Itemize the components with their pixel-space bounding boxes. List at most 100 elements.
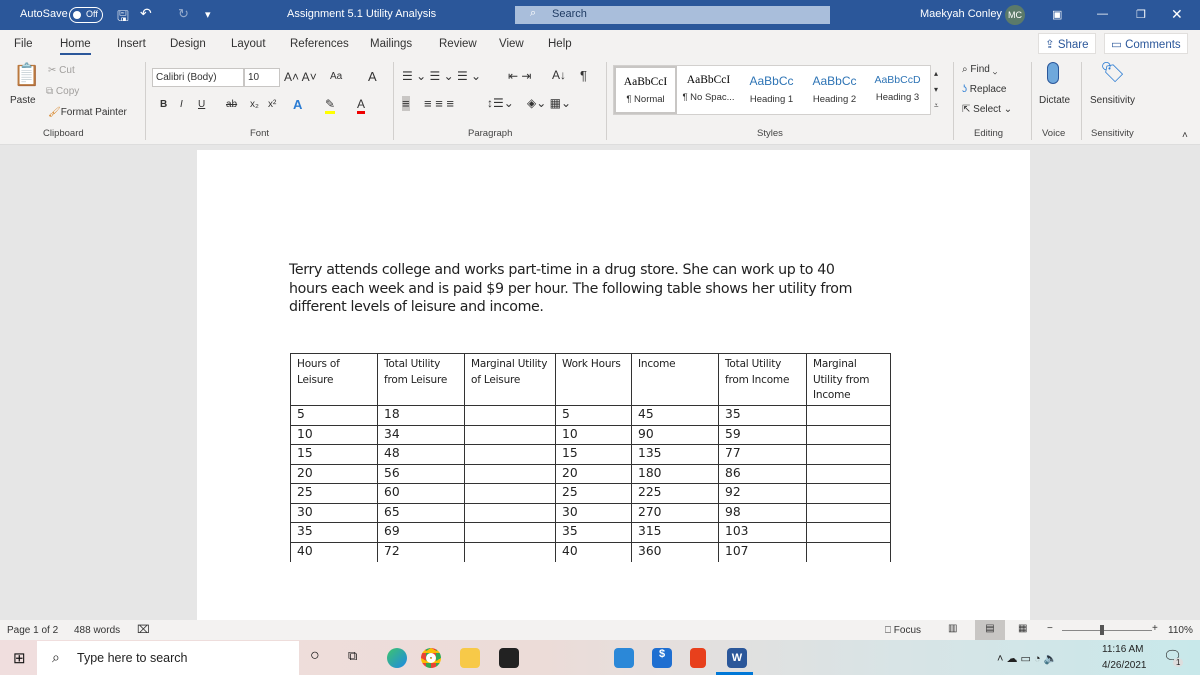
highlight-icon[interactable]: ✎	[325, 97, 336, 114]
change-case-button[interactable]: Aa	[330, 71, 342, 82]
table-cell[interactable]: 77	[718, 444, 807, 465]
underline-icon[interactable]: U	[198, 99, 205, 110]
microphone-icon[interactable]	[1047, 62, 1059, 84]
superscript-icon[interactable]: x²	[268, 99, 276, 110]
clock-date[interactable]: 4/26/2021	[1102, 660, 1147, 671]
table-cell[interactable]	[806, 444, 891, 465]
save-icon[interactable]: 🖫	[117, 6, 129, 30]
style-no-spacing[interactable]: AaBbCcI ¶ No Spac...	[677, 66, 740, 114]
zoom-in-icon[interactable]: +	[1152, 623, 1158, 634]
zoom-level[interactable]: 110%	[1168, 625, 1193, 636]
table-cell[interactable]: 48	[377, 444, 465, 465]
restore-icon[interactable]: ❐	[1136, 8, 1146, 21]
table-cell[interactable]: 10	[290, 424, 378, 445]
table-cell[interactable]: 20	[555, 463, 632, 484]
tab-review[interactable]: Review	[439, 38, 477, 50]
table-cell[interactable]	[464, 463, 556, 484]
customize-qat-icon[interactable]: ▾	[205, 8, 211, 21]
minimize-icon[interactable]: —	[1097, 8, 1108, 20]
app-icon[interactable]: $	[652, 648, 672, 668]
comments-button[interactable]: ▭ Comments	[1104, 33, 1188, 54]
table-cell[interactable]	[806, 424, 891, 445]
taskbar-search-input[interactable]: Type here to search	[37, 641, 299, 675]
avatar[interactable]: MC	[1005, 5, 1025, 25]
bold-icon[interactable]: B	[160, 99, 167, 110]
tab-mailings[interactable]: Mailings	[370, 38, 412, 50]
clear-formatting-icon[interactable]: A	[368, 69, 377, 84]
table-cell[interactable]	[806, 502, 891, 523]
search-box[interactable]: Search	[515, 6, 830, 24]
table-cell[interactable]	[464, 541, 556, 562]
copy-button[interactable]: ⧉ Copy	[46, 86, 79, 97]
web-layout-icon[interactable]: ▦	[1018, 623, 1027, 634]
dictate-button[interactable]: Dictate	[1039, 95, 1070, 106]
select-button[interactable]: ⇱ Select ⌄	[962, 104, 1012, 115]
table-cell[interactable]: 60	[377, 483, 465, 504]
style-normal[interactable]: AaBbCcI ¶ Normal	[614, 66, 677, 114]
table-cell[interactable]: 40	[555, 541, 632, 562]
table-cell[interactable]: 18	[377, 405, 465, 426]
table-cell[interactable]	[806, 483, 891, 504]
print-layout-icon[interactable]: ▤	[975, 620, 1005, 640]
tab-references[interactable]: References	[290, 38, 349, 50]
styles-scroll-icon[interactable]: ▴ ▾ ⩡	[934, 66, 939, 114]
file-explorer-icon[interactable]	[460, 648, 480, 668]
font-size-dropdown[interactable]: 10	[244, 68, 280, 87]
table-cell[interactable]: 135	[631, 444, 719, 465]
table-cell[interactable]: 270	[631, 502, 719, 523]
table-cell[interactable]: 59	[718, 424, 807, 445]
table-cell[interactable]: 98	[718, 502, 807, 523]
collapse-ribbon-icon[interactable]: ˄	[1182, 130, 1188, 141]
tray-icons[interactable]: ˄ ☁ ▭ ◔ 🔈	[997, 652, 1057, 665]
table-cell[interactable]: 225	[631, 483, 719, 504]
table-cell[interactable]: 315	[631, 522, 719, 543]
paste-button[interactable]: Paste	[10, 95, 36, 106]
table-cell[interactable]	[464, 405, 556, 426]
table-cell[interactable]: 30	[555, 502, 632, 523]
replace-button[interactable]: ʖ Replace	[962, 84, 1006, 95]
strikethrough-icon[interactable]: ab	[226, 99, 237, 110]
table-cell[interactable]: 15	[555, 444, 632, 465]
sensitivity-button[interactable]: Sensitivity	[1090, 95, 1135, 106]
italic-icon[interactable]: I	[180, 99, 183, 110]
table-cell[interactable]: 92	[718, 483, 807, 504]
read-mode-icon[interactable]: ▥	[948, 623, 957, 634]
user-name[interactable]: Maekyah Conley	[920, 8, 1002, 20]
shading-icon[interactable]: ◈⌄ ▦⌄	[527, 96, 571, 110]
ribbon-display-icon[interactable]: ▣	[1052, 8, 1062, 21]
table-cell[interactable]	[806, 541, 891, 562]
align-center-icon[interactable]: ≡ ≡ ≡	[424, 96, 454, 111]
table-cell[interactable]: 25	[290, 483, 378, 504]
edge-icon[interactable]	[387, 648, 407, 668]
show-marks-icon[interactable]: ¶	[580, 68, 587, 83]
text-effects-icon[interactable]: A	[293, 97, 302, 112]
table-cell[interactable]: 360	[631, 541, 719, 562]
tab-insert[interactable]: Insert	[117, 38, 146, 50]
table-cell[interactable]: 72	[377, 541, 465, 562]
table-cell[interactable]: 180	[631, 463, 719, 484]
table-cell[interactable]: 20	[290, 463, 378, 484]
style-heading-3[interactable]: AaBbCcD Heading 3	[866, 66, 929, 114]
indent-icon[interactable]: ⇤ ⇥	[508, 69, 531, 83]
table-cell[interactable]	[806, 522, 891, 543]
format-painter-button[interactable]: 🖌Format Painter	[48, 107, 127, 118]
task-view-icon[interactable]: ⧉	[348, 648, 357, 664]
table-cell[interactable]	[806, 405, 891, 426]
table-cell[interactable]: 15	[290, 444, 378, 465]
page-count[interactable]: Page 1 of 2	[7, 625, 58, 636]
tab-view[interactable]: View	[499, 38, 524, 50]
close-icon[interactable]: ✕	[1171, 6, 1183, 23]
mail-icon[interactable]	[614, 648, 634, 668]
table-cell[interactable]: 34	[377, 424, 465, 445]
bullets-icon[interactable]: ☰ ⌄ ☰ ⌄ ☰ ⌄	[402, 69, 481, 83]
table-cell[interactable]	[806, 463, 891, 484]
table-cell[interactable]: 10	[555, 424, 632, 445]
cut-button[interactable]: ✂ Cut	[48, 65, 75, 76]
focus-button[interactable]: ⎕ Focus	[885, 625, 921, 636]
paste-icon[interactable]: 📋	[13, 62, 40, 88]
tab-file[interactable]: File	[14, 38, 33, 50]
table-cell[interactable]	[464, 444, 556, 465]
table-cell[interactable]: 25	[555, 483, 632, 504]
table-cell[interactable]: 65	[377, 502, 465, 523]
table-cell[interactable]: 56	[377, 463, 465, 484]
